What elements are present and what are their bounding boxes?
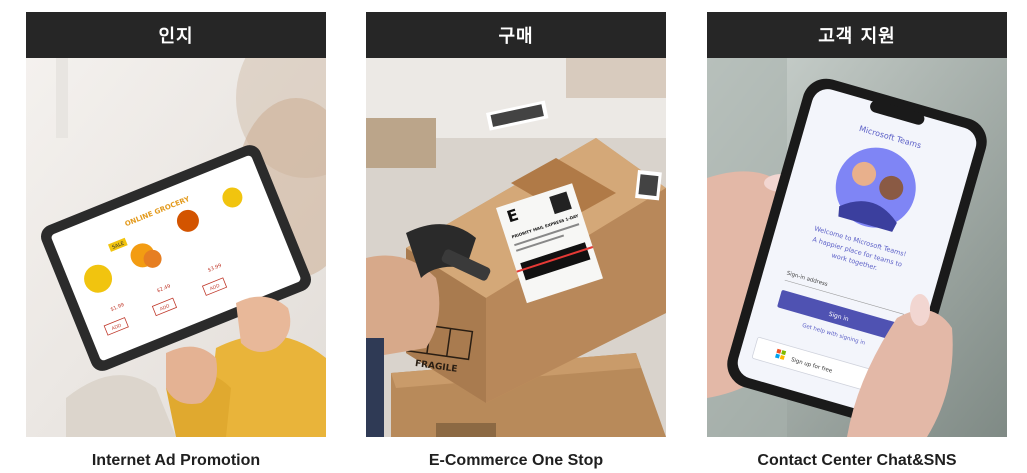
card-support[interactable]: 고객 지원 Microsoft Teams Welcome to Microso… bbox=[707, 12, 1007, 470]
tablet-illustration: ONLINE GROCERY SALE $1.99 $2.49 $3.99 AD… bbox=[26, 58, 326, 437]
card-purchase[interactable]: 구매 E PRIORITY MAIL EXPRESS 1-DAY FRAGILE… bbox=[366, 12, 666, 470]
card-caption: Internet Ad Promotion bbox=[91, 452, 261, 469]
card-header: 구매 bbox=[366, 12, 666, 58]
card-awareness[interactable]: 인지 ONLINE GROCERY SALE $1.99 $2.49 $3.99… bbox=[26, 12, 326, 470]
card-caption: E-Commerce One Stop bbox=[428, 452, 604, 469]
phone-illustration: Microsoft Teams Welcome to Microsoft Tea… bbox=[707, 58, 1007, 437]
tablet-photo: ONLINE GROCERY SALE $1.99 $2.49 $3.99 AD… bbox=[26, 58, 326, 437]
card-header: 인지 bbox=[26, 12, 326, 58]
package-illustration: E PRIORITY MAIL EXPRESS 1-DAY FRAGILE bbox=[366, 58, 666, 437]
card-caption: Contact Center Chat&SNS bbox=[757, 452, 957, 469]
package-photo: E PRIORITY MAIL EXPRESS 1-DAY FRAGILE bbox=[366, 58, 666, 437]
phone-photo: Microsoft Teams Welcome to Microsoft Tea… bbox=[707, 58, 1007, 437]
card-header: 고객 지원 bbox=[707, 12, 1007, 58]
